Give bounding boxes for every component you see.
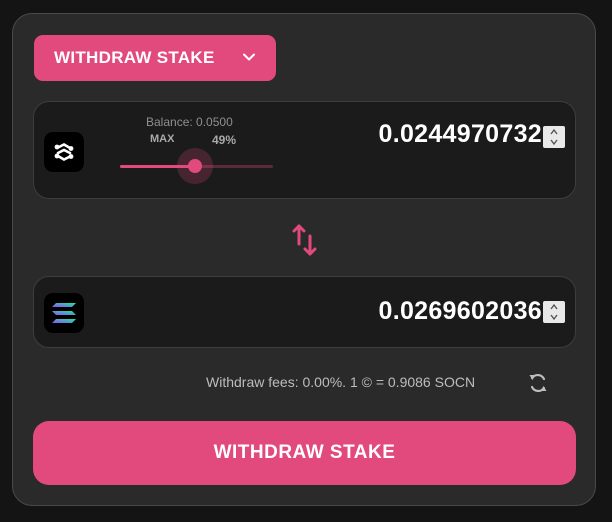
refresh-icon[interactable] [527, 371, 549, 395]
withdraw-stake-button[interactable]: WITHDRAW STAKE [33, 421, 576, 485]
spinner-up-icon[interactable] [548, 127, 560, 137]
spinner-up-icon[interactable] [548, 302, 560, 312]
chevron-down-icon [243, 53, 255, 61]
to-amount-input[interactable]: 0.0269602036 [379, 297, 543, 326]
socean-logo-icon [44, 132, 84, 172]
from-token-panel: Balance: 0.0500 MAX 49% 0.0244970732 [33, 101, 576, 199]
to-token-panel: 0.0269602036 [33, 276, 576, 348]
mode-dropdown[interactable]: WITHDRAW STAKE [34, 35, 276, 81]
balance-label: Balance: 0.0500 [146, 115, 233, 129]
stake-card: WITHDRAW STAKE Balance: 0.0500 MAX 49% 0… [12, 13, 596, 506]
slider-thumb[interactable] [188, 159, 202, 173]
to-amount-spinner[interactable] [543, 301, 565, 323]
spinner-down-icon[interactable] [548, 137, 560, 147]
swap-arrows-icon[interactable] [291, 222, 319, 258]
fees-info: Withdraw fees: 0.00%. 1 © = 0.9086 SOCN [206, 374, 476, 390]
from-amount-spinner[interactable] [543, 126, 565, 148]
amount-slider[interactable] [120, 146, 273, 184]
solana-logo-icon [44, 293, 84, 333]
from-amount-input[interactable]: 0.0244970732 [379, 120, 543, 149]
spinner-down-icon[interactable] [548, 312, 560, 322]
mode-dropdown-label: WITHDRAW STAKE [54, 48, 215, 67]
max-button[interactable]: MAX [150, 133, 174, 145]
percent-label: 49% [212, 133, 237, 147]
